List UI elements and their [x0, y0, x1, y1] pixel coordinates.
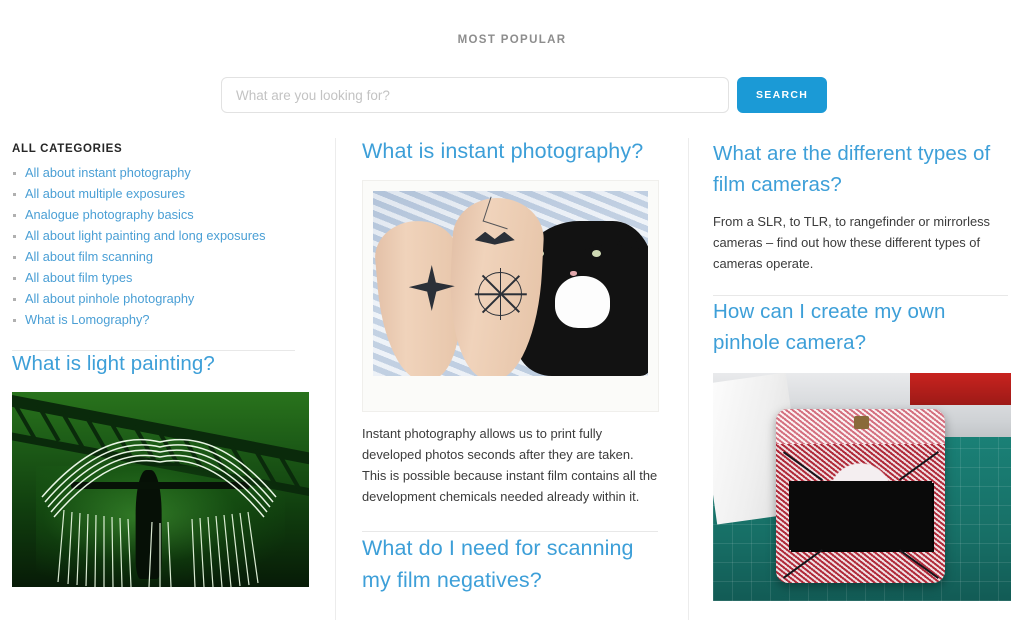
search-bar: SEARCH: [221, 77, 828, 113]
sidebar-item-film-scanning[interactable]: All about film scanning: [25, 249, 153, 264]
list-item: What is Lomography?: [12, 313, 309, 327]
article-body-film-cameras: From a SLR, to TLR, to rangefinder or mi…: [713, 214, 991, 271]
article-image-light-painting[interactable]: [12, 392, 309, 587]
light-trail-wings: [41, 438, 277, 587]
content-columns: ALL CATEGORIES All about instant photogr…: [0, 138, 1024, 620]
search-button[interactable]: SEARCH: [737, 77, 828, 113]
elastic-band: [898, 451, 939, 481]
tin-camera-body: [775, 409, 946, 583]
elastic-band: [782, 451, 823, 481]
page-root: MOST POPULAR SEARCH ALL CATEGORIES All a…: [0, 0, 1024, 620]
elastic-band: [898, 549, 939, 580]
search-input[interactable]: [221, 77, 729, 113]
list-item: All about light painting and long exposu…: [12, 229, 309, 243]
list-item: All about multiple exposures: [12, 187, 309, 201]
cat-ear-left: [577, 225, 604, 251]
article-title-pinhole-camera[interactable]: How can I create my own pinhole camera?: [713, 296, 1010, 358]
sidebar-item-what-is-lomography[interactable]: What is Lomography?: [25, 312, 149, 327]
right-column: What are the different types of film cam…: [688, 138, 1024, 620]
list-item: All about film types: [12, 271, 309, 285]
cat-nose: [569, 270, 577, 276]
article-title-film-cameras[interactable]: What are the different types of film cam…: [713, 138, 1010, 200]
article-image-instant-photography[interactable]: [362, 180, 660, 412]
tin-clip: [853, 416, 869, 429]
polaroid-frame: [362, 180, 659, 412]
sidebar-item-pinhole-photography[interactable]: All about pinhole photography: [25, 291, 194, 306]
article-title-film-scanning[interactable]: What do I need for scanning my film nega…: [362, 532, 660, 596]
light-painting-photo: [12, 392, 309, 587]
sidebar-item-instant-photography[interactable]: All about instant photography: [25, 165, 191, 180]
pinhole-camera-photo: [713, 373, 1011, 601]
tin-front-opening: [789, 480, 932, 550]
elastic-band: [782, 549, 823, 580]
polaroid-photo: [373, 191, 648, 376]
list-item: Analogue photography basics: [12, 208, 309, 222]
sidebar-column: ALL CATEGORIES All about instant photogr…: [0, 138, 335, 620]
section-label: MOST POPULAR: [457, 34, 567, 46]
article-title-light-painting[interactable]: What is light painting?: [12, 351, 309, 377]
sidebar-item-film-types[interactable]: All about film types: [25, 270, 132, 285]
cat-ear-right: [617, 224, 643, 249]
sidebar-item-light-painting[interactable]: All about light painting and long exposu…: [25, 228, 265, 243]
all-categories-title: ALL CATEGORIES: [12, 143, 123, 155]
article-title-instant-photography[interactable]: What is instant photography?: [362, 138, 660, 165]
list-item: All about instant photography: [12, 166, 309, 180]
center-column: What is instant photography? Instant pho…: [335, 138, 688, 620]
cat-chest-marking: [554, 276, 610, 328]
list-item: All about film scanning: [12, 250, 309, 264]
compass-tattoo: [477, 268, 522, 321]
article-body-instant-photography: Instant photography allows us to print f…: [362, 426, 658, 504]
list-item: All about pinhole photography: [12, 292, 309, 306]
category-list: All about instant photography All about …: [12, 166, 309, 327]
article-image-pinhole-camera[interactable]: [713, 373, 1011, 601]
red-box-background: [909, 373, 1011, 405]
sidebar-item-analogue-basics[interactable]: Analogue photography basics: [25, 207, 194, 222]
sidebar-item-multiple-exposures[interactable]: All about multiple exposures: [25, 186, 185, 201]
